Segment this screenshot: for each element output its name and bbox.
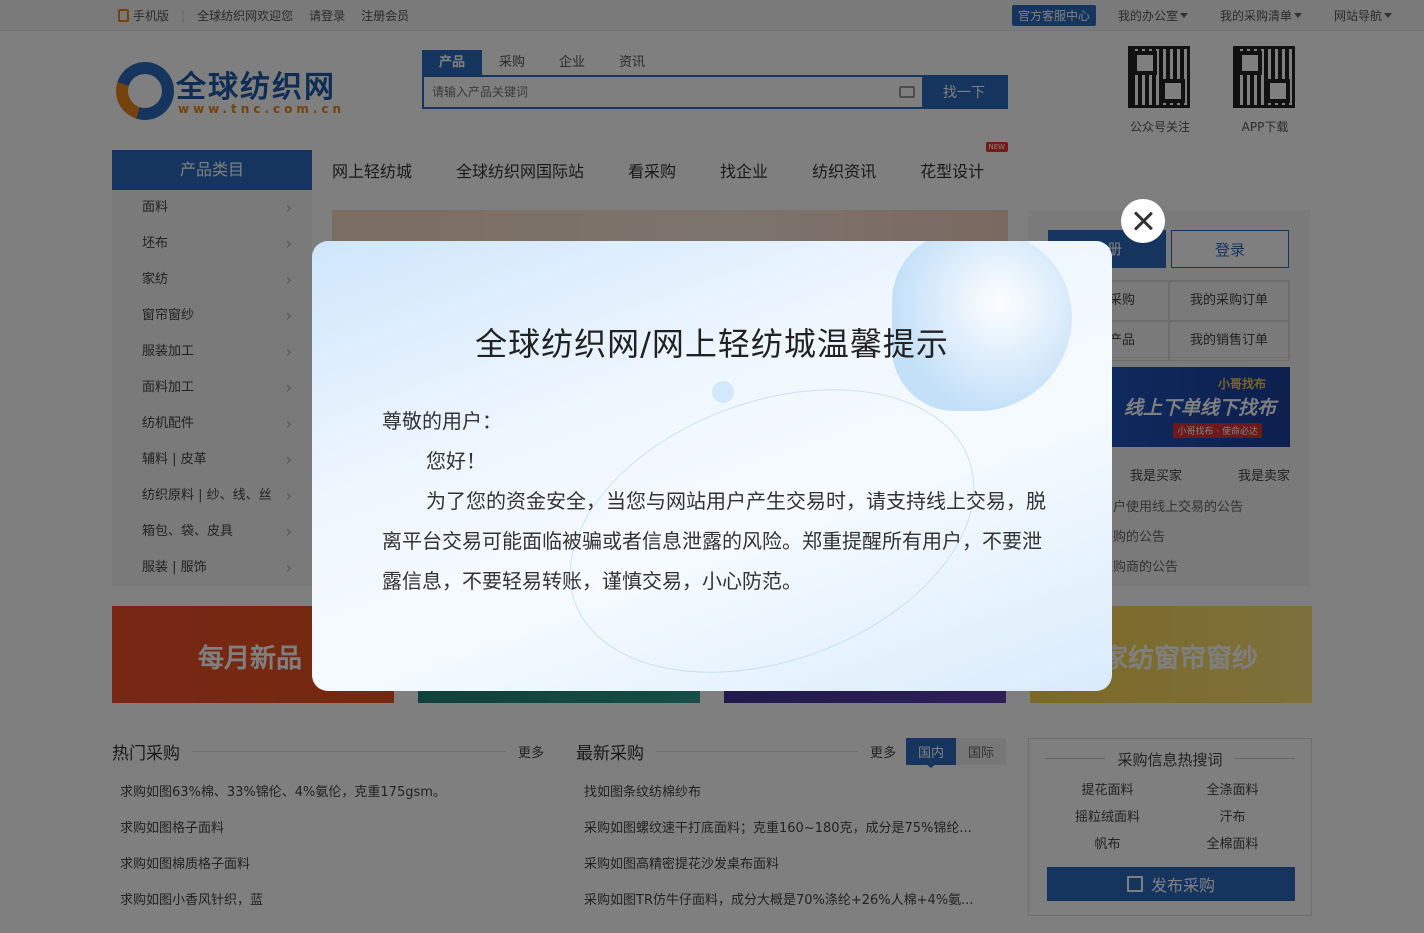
modal-message: 为了您的资金安全，当您与网站用户产生交易时，请支持线上交易，脱离平台交易可能面临… <box>382 489 1046 593</box>
notice-modal: 全球纺织网/网上轻纺城温馨提示 尊敬的用户： 您好！ 为了您的资金安全，当您与网… <box>312 241 1112 691</box>
modal-greeting: 尊敬的用户： <box>382 409 502 433</box>
modal-body: 尊敬的用户： 您好！ 为了您的资金安全，当您与网站用户产生交易时，请支持线上交易… <box>382 401 1052 601</box>
decorative-dot <box>712 381 734 403</box>
modal-close-button[interactable] <box>1121 199 1165 243</box>
modal-title: 全球纺织网/网上轻纺城温馨提示 <box>475 325 949 363</box>
close-icon <box>1133 211 1153 231</box>
modal-hello: 您好！ <box>426 449 486 473</box>
